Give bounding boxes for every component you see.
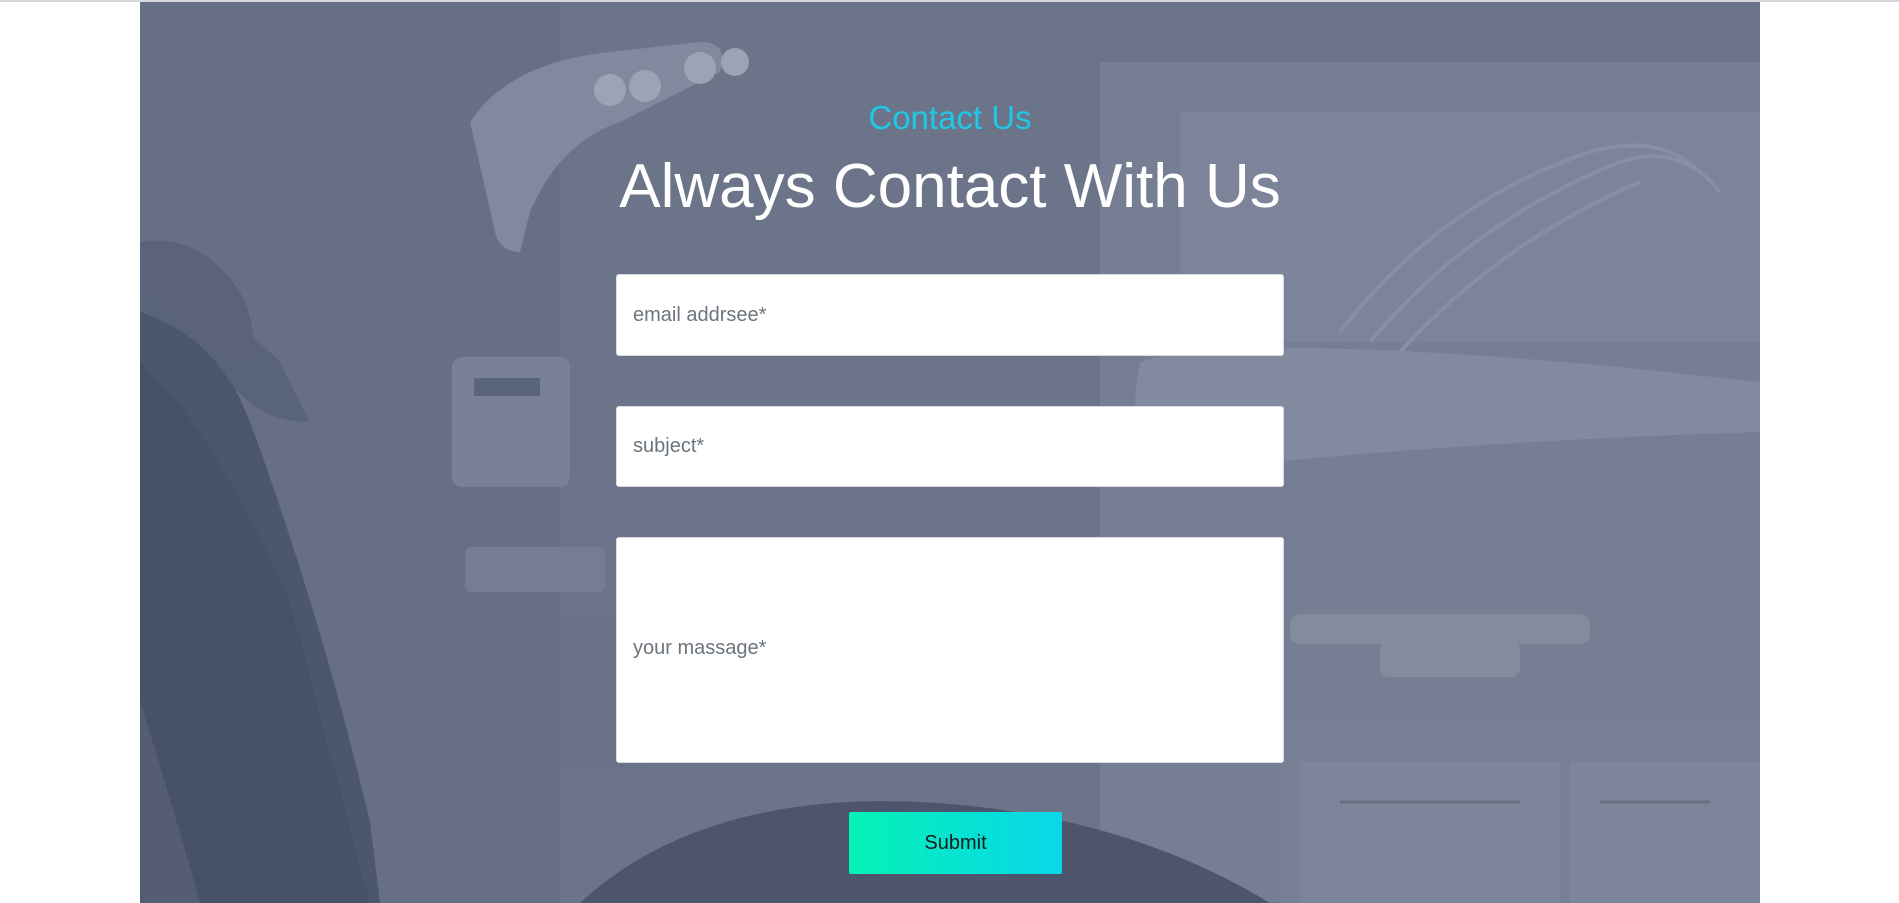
subject-field[interactable] (616, 406, 1284, 487)
email-field[interactable] (616, 274, 1284, 356)
contact-section: Contact Us Always Contact With Us Submit (140, 2, 1760, 903)
contact-form-container: Contact Us Always Contact With Us Submit (616, 2, 1284, 903)
section-heading: Always Contact With Us (619, 152, 1281, 221)
section-eyebrow: Contact Us (868, 99, 1032, 136)
submit-button[interactable]: Submit (849, 812, 1062, 874)
message-field[interactable] (616, 537, 1284, 763)
